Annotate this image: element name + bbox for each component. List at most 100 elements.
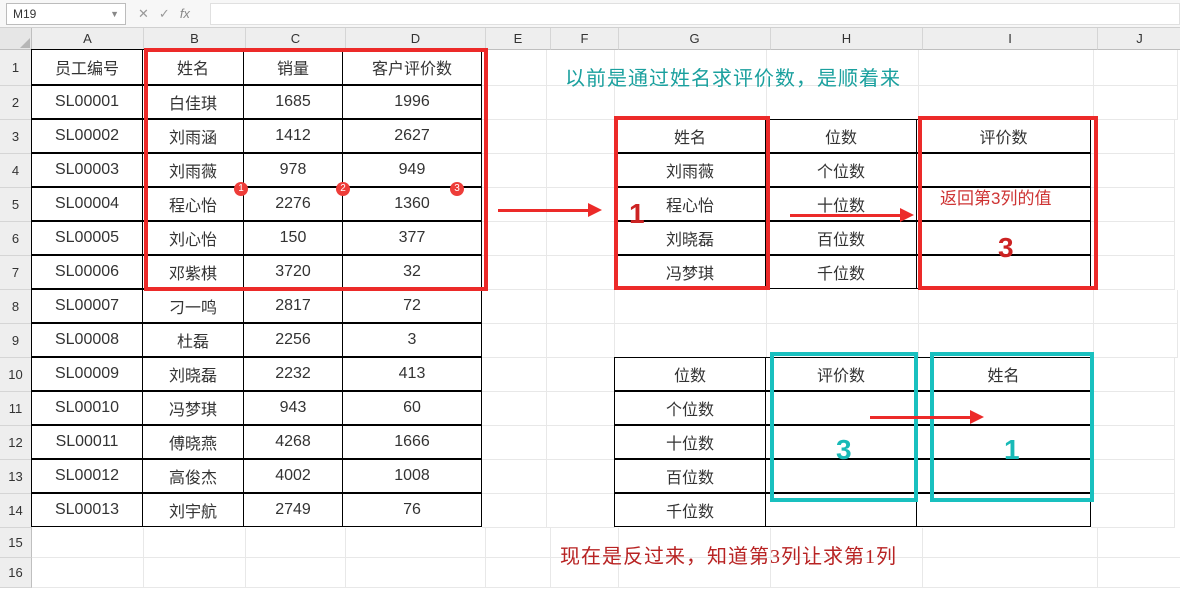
cell-A13[interactable]: SL00012 [31,459,143,493]
cell-B10[interactable]: 刘晓磊 [142,357,244,391]
cell-I5[interactable] [916,187,1091,221]
cell-E12[interactable] [482,426,547,460]
cell-J10[interactable] [1091,358,1175,392]
cell-F5[interactable] [547,188,615,222]
cell-B16[interactable] [144,558,246,588]
cell-E13[interactable] [482,460,547,494]
cell-I11[interactable] [916,391,1091,425]
cell-B3[interactable]: 刘雨涵 [142,119,244,153]
cell-E7[interactable] [482,256,547,290]
cell-D3[interactable]: 2627 [342,119,482,153]
cell-H14[interactable] [765,493,917,527]
cell-B5[interactable]: 程心怡 [142,187,244,221]
cell-F6[interactable] [547,222,615,256]
cancel-icon[interactable]: ✕ [138,6,149,22]
cell-G9[interactable] [615,324,767,358]
cell-B9[interactable]: 杜磊 [142,323,244,357]
cell-D8[interactable]: 72 [342,289,482,323]
row-header-7[interactable]: 7 [0,256,32,290]
cell-H3[interactable]: 位数 [765,119,917,153]
cell-C8[interactable]: 2817 [243,289,343,323]
cell-B12[interactable]: 傅晓燕 [142,425,244,459]
cell-D2[interactable]: 1996 [342,85,482,119]
cell-J13[interactable] [1091,460,1175,494]
cell-D10[interactable]: 413 [342,357,482,391]
row-header-3[interactable]: 3 [0,120,32,154]
cell-J14[interactable] [1091,494,1175,528]
cell-H16[interactable] [771,558,923,588]
cell-A6[interactable]: SL00005 [31,221,143,255]
cell-area[interactable]: 员工编号姓名销量客户评价数SL00001白佳琪16851996SL00002刘雨… [32,50,1180,588]
col-header-I[interactable]: I [923,28,1098,50]
cell-B14[interactable]: 刘宇航 [142,493,244,527]
cell-I3[interactable]: 评价数 [916,119,1091,153]
cell-A1[interactable]: 员工编号 [31,49,143,85]
cell-I10[interactable]: 姓名 [916,357,1091,391]
cell-C1[interactable]: 销量 [243,49,343,85]
row-header-13[interactable]: 13 [0,460,32,494]
confirm-icon[interactable]: ✓ [159,6,170,22]
cell-F12[interactable] [547,426,615,460]
cell-A3[interactable]: SL00002 [31,119,143,153]
cell-G13[interactable]: 百位数 [614,459,766,493]
cell-G11[interactable]: 个位数 [614,391,766,425]
cell-I15[interactable] [923,528,1098,558]
cell-F8[interactable] [547,290,615,324]
row-header-9[interactable]: 9 [0,324,32,358]
cell-B6[interactable]: 刘心怡 [142,221,244,255]
row-header-5[interactable]: 5 [0,188,32,222]
cell-F2[interactable] [547,86,615,120]
col-header-B[interactable]: B [144,28,246,50]
cell-B13[interactable]: 高俊杰 [142,459,244,493]
cell-A16[interactable] [32,558,144,588]
cell-J3[interactable] [1091,120,1175,154]
cell-B2[interactable]: 白佳琪 [142,85,244,119]
cell-H1[interactable] [767,50,919,86]
cell-C11[interactable]: 943 [243,391,343,425]
cell-J8[interactable] [1094,290,1178,324]
cell-G6[interactable]: 刘晓磊 [614,221,766,255]
row-header-14[interactable]: 14 [0,494,32,528]
row-header-1[interactable]: 1 [0,50,32,86]
cell-D12[interactable]: 1666 [342,425,482,459]
cell-A11[interactable]: SL00010 [31,391,143,425]
cell-B15[interactable] [144,528,246,558]
cell-F16[interactable] [551,558,619,588]
cell-I2[interactable] [919,86,1094,120]
cell-C2[interactable]: 1685 [243,85,343,119]
cell-E1[interactable] [482,50,547,86]
cell-I14[interactable] [916,493,1091,527]
cell-A7[interactable]: SL00006 [31,255,143,289]
chevron-down-icon[interactable]: ▼ [110,9,119,19]
cell-C3[interactable]: 1412 [243,119,343,153]
cell-F14[interactable] [547,494,615,528]
cell-J12[interactable] [1091,426,1175,460]
cell-D11[interactable]: 60 [342,391,482,425]
row-header-10[interactable]: 10 [0,358,32,392]
fx-icon[interactable]: fx [180,6,190,22]
cell-G4[interactable]: 刘雨薇 [614,153,766,187]
cell-H6[interactable]: 百位数 [765,221,917,255]
cell-A10[interactable]: SL00009 [31,357,143,391]
cell-A12[interactable]: SL00011 [31,425,143,459]
cell-E16[interactable] [486,558,551,588]
cell-G8[interactable] [615,290,767,324]
cell-G5[interactable]: 程心怡 [614,187,766,221]
col-header-D[interactable]: D [346,28,486,50]
cell-H13[interactable] [765,459,917,493]
cell-I1[interactable] [919,50,1094,86]
cell-J5[interactable] [1091,188,1175,222]
cell-E10[interactable] [482,358,547,392]
cell-F11[interactable] [547,392,615,426]
cell-A9[interactable]: SL00008 [31,323,143,357]
cell-G1[interactable] [615,50,767,86]
cell-C14[interactable]: 2749 [243,493,343,527]
cell-C10[interactable]: 2232 [243,357,343,391]
cell-G3[interactable]: 姓名 [614,119,766,153]
cell-D7[interactable]: 32 [342,255,482,289]
cell-E5[interactable] [482,188,547,222]
cell-H7[interactable]: 千位数 [765,255,917,289]
cell-I12[interactable] [916,425,1091,459]
spreadsheet-grid[interactable]: ABCDEFGHIJ 12345678910111213141516 员工编号姓… [0,28,1180,599]
cell-H8[interactable] [767,290,919,324]
